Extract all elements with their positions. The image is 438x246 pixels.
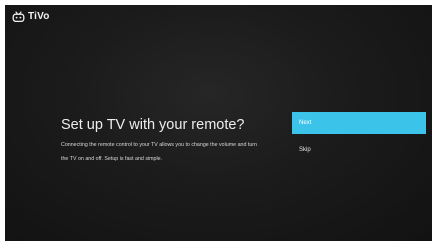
tivo-logo-icon (12, 10, 25, 23)
tv-screen: TiVo Set up TV with your remote? Connect… (5, 5, 432, 241)
brand-header: TiVo (12, 10, 50, 23)
skip-button[interactable]: Skip (292, 139, 426, 161)
setup-title: Set up TV with your remote? (61, 117, 245, 133)
setup-description: Connecting the remote control to your TV… (61, 142, 258, 162)
next-button[interactable]: Next (292, 112, 426, 134)
brand-name: TiVo (28, 10, 50, 22)
setup-actions: Next Skip (292, 112, 426, 161)
